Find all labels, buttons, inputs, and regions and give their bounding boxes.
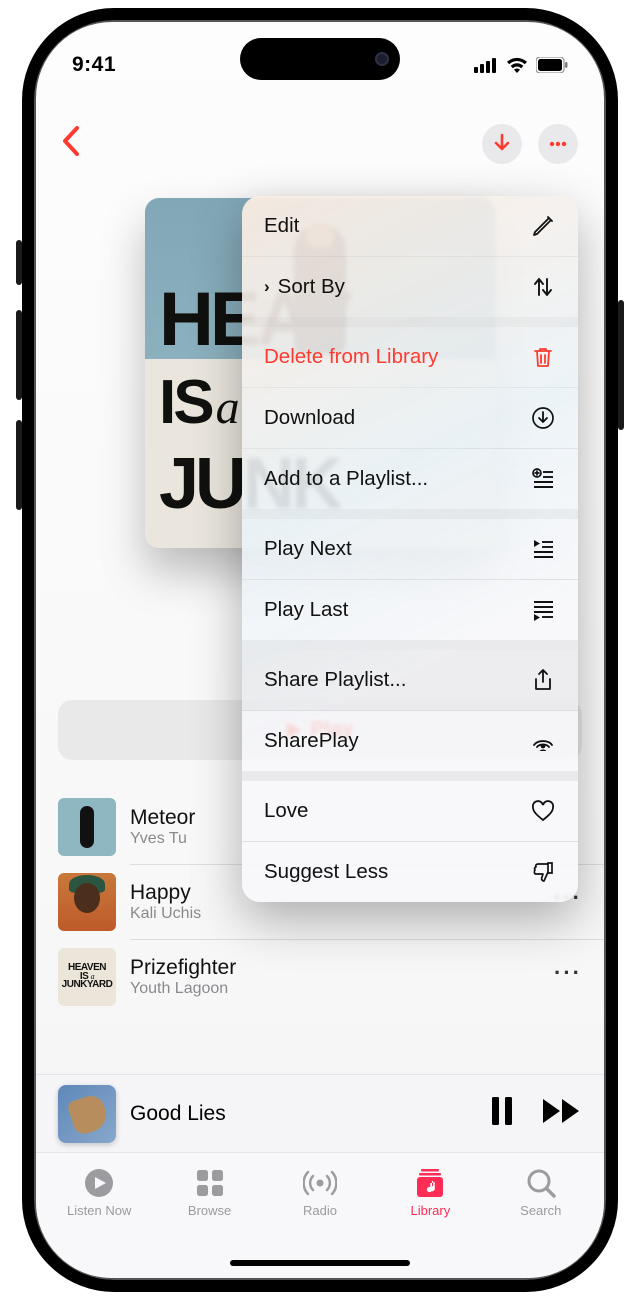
track-thumb	[58, 873, 116, 931]
download-button[interactable]	[482, 124, 522, 164]
menu-shareplay[interactable]: SharePlay	[242, 711, 578, 771]
tab-bar: Listen Now Browse Radio Library Search	[36, 1152, 604, 1278]
dynamic-island	[240, 38, 400, 80]
tab-search[interactable]: Search	[486, 1167, 596, 1218]
pencil-icon	[530, 213, 556, 239]
play-last-icon	[530, 597, 556, 623]
nav-bar	[36, 120, 604, 168]
track-more-button[interactable]: ···	[554, 960, 582, 994]
now-playing-title: Good Lies	[130, 1102, 476, 1126]
tab-library[interactable]: Library	[375, 1167, 485, 1218]
heart-icon	[530, 798, 556, 824]
more-button[interactable]	[538, 124, 578, 164]
menu-suggest-less[interactable]: Suggest Less	[242, 842, 578, 902]
wifi-icon	[506, 57, 528, 73]
battery-icon	[536, 57, 568, 73]
now-playing-thumb	[58, 1085, 116, 1143]
track-artist: Youth Lagoon	[130, 980, 540, 998]
add-to-list-icon	[530, 466, 556, 492]
play-next-icon	[530, 536, 556, 562]
tab-browse[interactable]: Browse	[154, 1167, 264, 1218]
track-row[interactable]: HEAVEN IS a JUNKYARD Prizefighter Youth …	[36, 940, 604, 1014]
forward-button[interactable]	[542, 1098, 582, 1129]
menu-play-next[interactable]: Play Next	[242, 519, 578, 579]
share-icon	[530, 667, 556, 693]
chevron-right-icon: ›	[264, 277, 270, 297]
trash-icon	[530, 344, 556, 370]
menu-edit[interactable]: Edit	[242, 196, 578, 256]
status-time: 9:41	[72, 53, 116, 77]
pause-button[interactable]	[490, 1097, 514, 1130]
now-playing-bar[interactable]: Good Lies	[36, 1074, 604, 1152]
track-artist: Kali Uchis	[130, 905, 540, 923]
back-button[interactable]	[62, 126, 80, 162]
cellular-icon	[474, 58, 498, 73]
menu-play-last[interactable]: Play Last	[242, 580, 578, 640]
menu-sort-by[interactable]: ›Sort By	[242, 257, 578, 317]
shareplay-icon	[530, 728, 556, 754]
context-menu: Edit ›Sort By Delete from Library Downlo…	[242, 196, 578, 902]
menu-love[interactable]: Love	[242, 781, 578, 841]
menu-add-to-playlist[interactable]: Add to a Playlist...	[242, 449, 578, 509]
tab-listen-now[interactable]: Listen Now	[44, 1167, 154, 1218]
tab-radio[interactable]: Radio	[265, 1167, 375, 1218]
thumbs-down-icon	[530, 859, 556, 885]
sort-arrows-icon	[530, 274, 556, 300]
track-thumb: HEAVEN IS a JUNKYARD	[58, 948, 116, 1006]
home-indicator[interactable]	[230, 1260, 410, 1266]
download-circle-icon	[530, 405, 556, 431]
track-title: Prizefighter	[130, 956, 540, 980]
track-thumb	[58, 798, 116, 856]
app-screen: 9:41	[36, 22, 604, 1278]
menu-delete-from-library[interactable]: Delete from Library	[242, 327, 578, 387]
menu-download[interactable]: Download	[242, 388, 578, 448]
menu-share-playlist[interactable]: Share Playlist...	[242, 650, 578, 710]
